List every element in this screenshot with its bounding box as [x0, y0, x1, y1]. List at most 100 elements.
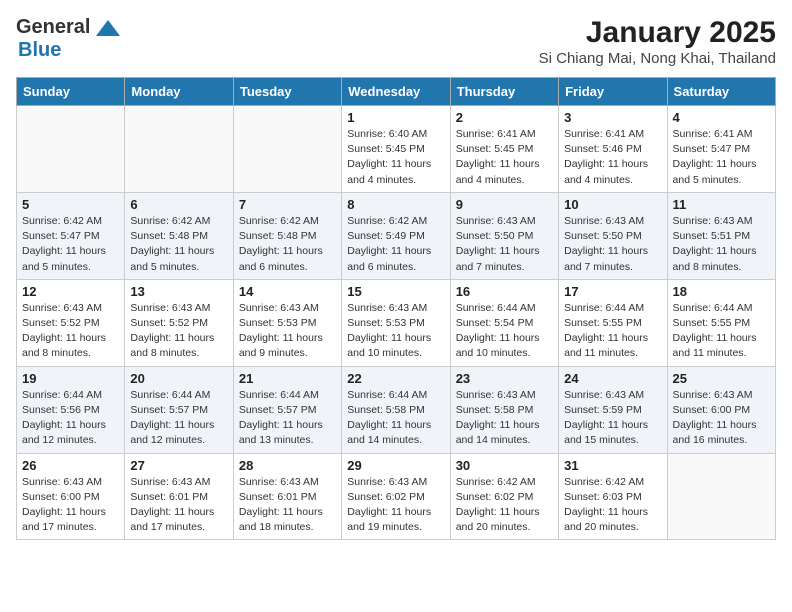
calendar-day-cell: 25 Sunrise: 6:43 AM Sunset: 6:00 PM Dayli… — [667, 366, 775, 453]
calendar-day-cell: 16 Sunrise: 6:44 AM Sunset: 5:54 PM Dayli… — [450, 279, 558, 366]
day-number: 17 — [564, 284, 661, 299]
day-number: 3 — [564, 110, 661, 125]
day-number: 28 — [239, 458, 336, 473]
calendar-day-cell: 17 Sunrise: 6:44 AM Sunset: 5:55 PM Dayli… — [559, 279, 667, 366]
day-number: 10 — [564, 197, 661, 212]
day-info: Sunrise: 6:41 AM Sunset: 5:46 PM Dayligh… — [564, 127, 661, 188]
day-number: 2 — [456, 110, 553, 125]
day-info: Sunrise: 6:41 AM Sunset: 5:47 PM Dayligh… — [673, 127, 770, 188]
day-number: 1 — [347, 110, 444, 125]
day-number: 23 — [456, 371, 553, 386]
day-info: Sunrise: 6:41 AM Sunset: 5:45 PM Dayligh… — [456, 127, 553, 188]
calendar-title: January 2025 — [539, 16, 776, 50]
weekday-header-wednesday: Wednesday — [342, 78, 450, 106]
calendar-day-cell: 10 Sunrise: 6:43 AM Sunset: 5:50 PM Dayli… — [559, 192, 667, 279]
calendar-day-cell: 2 Sunrise: 6:41 AM Sunset: 5:45 PM Daylig… — [450, 106, 558, 193]
day-info: Sunrise: 6:43 AM Sunset: 5:50 PM Dayligh… — [456, 214, 553, 275]
day-number: 14 — [239, 284, 336, 299]
day-number: 8 — [347, 197, 444, 212]
calendar-day-cell: 3 Sunrise: 6:41 AM Sunset: 5:46 PM Daylig… — [559, 106, 667, 193]
day-number: 21 — [239, 371, 336, 386]
day-number: 30 — [456, 458, 553, 473]
day-info: Sunrise: 6:44 AM Sunset: 5:57 PM Dayligh… — [239, 388, 336, 449]
day-info: Sunrise: 6:43 AM Sunset: 5:59 PM Dayligh… — [564, 388, 661, 449]
day-number: 27 — [130, 458, 227, 473]
day-number: 31 — [564, 458, 661, 473]
calendar-day-cell: 18 Sunrise: 6:44 AM Sunset: 5:55 PM Dayli… — [667, 279, 775, 366]
day-number: 20 — [130, 371, 227, 386]
day-info: Sunrise: 6:43 AM Sunset: 5:52 PM Dayligh… — [22, 301, 119, 362]
day-info: Sunrise: 6:43 AM Sunset: 5:53 PM Dayligh… — [239, 301, 336, 362]
calendar-day-cell: 21 Sunrise: 6:44 AM Sunset: 5:57 PM Dayli… — [233, 366, 341, 453]
weekday-header-monday: Monday — [125, 78, 233, 106]
calendar-day-cell: 9 Sunrise: 6:43 AM Sunset: 5:50 PM Daylig… — [450, 192, 558, 279]
day-info: Sunrise: 6:44 AM Sunset: 5:55 PM Dayligh… — [673, 301, 770, 362]
day-info: Sunrise: 6:42 AM Sunset: 6:03 PM Dayligh… — [564, 475, 661, 536]
calendar-day-cell: 23 Sunrise: 6:43 AM Sunset: 5:58 PM Dayli… — [450, 366, 558, 453]
day-number: 11 — [673, 197, 770, 212]
day-number: 25 — [673, 371, 770, 386]
day-number: 6 — [130, 197, 227, 212]
calendar-day-cell: 27 Sunrise: 6:43 AM Sunset: 6:01 PM Dayli… — [125, 453, 233, 540]
calendar-day-cell: 7Sunrise: 6:42 AM Sunset: 5:48 PM Daylig… — [233, 192, 341, 279]
day-info: Sunrise: 6:44 AM Sunset: 5:55 PM Dayligh… — [564, 301, 661, 362]
weekday-header-row: SundayMondayTuesdayWednesdayThursdayFrid… — [17, 78, 776, 106]
day-info: Sunrise: 6:43 AM Sunset: 5:58 PM Dayligh… — [456, 388, 553, 449]
logo: General Blue — [16, 16, 122, 62]
day-number: 4 — [673, 110, 770, 125]
day-number: 9 — [456, 197, 553, 212]
day-info: Sunrise: 6:42 AM Sunset: 5:48 PM Dayligh… — [130, 214, 227, 275]
calendar-day-cell: 8 Sunrise: 6:42 AM Sunset: 5:49 PM Daylig… — [342, 192, 450, 279]
calendar-day-cell: 19 Sunrise: 6:44 AM Sunset: 5:56 PM Dayli… — [17, 366, 125, 453]
day-info: Sunrise: 6:43 AM Sunset: 6:00 PM Dayligh… — [673, 388, 770, 449]
weekday-header-sunday: Sunday — [17, 78, 125, 106]
calendar-day-cell: 6 Sunrise: 6:42 AM Sunset: 5:48 PM Daylig… — [125, 192, 233, 279]
day-number: 24 — [564, 371, 661, 386]
day-info: Sunrise: 6:40 AM Sunset: 5:45 PM Dayligh… — [347, 127, 444, 188]
day-number: 15 — [347, 284, 444, 299]
calendar-day-cell: 4 Sunrise: 6:41 AM Sunset: 5:47 PM Daylig… — [667, 106, 775, 193]
day-info: Sunrise: 6:43 AM Sunset: 6:02 PM Dayligh… — [347, 475, 444, 536]
day-info: Sunrise: 6:42 AM Sunset: 5:48 PM Dayligh… — [239, 214, 336, 275]
day-info: Sunrise: 6:44 AM Sunset: 5:57 PM Dayligh… — [130, 388, 227, 449]
calendar-day-cell: 30Sunrise: 6:42 AM Sunset: 6:02 PM Dayli… — [450, 453, 558, 540]
calendar-day-cell: 5 Sunrise: 6:42 AM Sunset: 5:47 PM Daylig… — [17, 192, 125, 279]
calendar-week-row: 1 Sunrise: 6:40 AM Sunset: 5:45 PM Daylig… — [17, 106, 776, 193]
day-number: 18 — [673, 284, 770, 299]
day-info: Sunrise: 6:44 AM Sunset: 5:58 PM Dayligh… — [347, 388, 444, 449]
logo-icon — [94, 18, 122, 38]
calendar-day-cell — [233, 106, 341, 193]
day-info: Sunrise: 6:43 AM Sunset: 5:52 PM Dayligh… — [130, 301, 227, 362]
logo-text-blue: Blue — [18, 39, 61, 61]
weekday-header-friday: Friday — [559, 78, 667, 106]
day-number: 5 — [22, 197, 119, 212]
calendar-day-cell: 31 Sunrise: 6:42 AM Sunset: 6:03 PM Dayli… — [559, 453, 667, 540]
calendar-day-cell: 14 Sunrise: 6:43 AM Sunset: 5:53 PM Dayli… — [233, 279, 341, 366]
calendar-day-cell — [667, 453, 775, 540]
day-info: Sunrise: 6:43 AM Sunset: 6:01 PM Dayligh… — [130, 475, 227, 536]
calendar-day-cell: 11 Sunrise: 6:43 AM Sunset: 5:51 PM Dayli… — [667, 192, 775, 279]
calendar-week-row: 19 Sunrise: 6:44 AM Sunset: 5:56 PM Dayli… — [17, 366, 776, 453]
day-number: 19 — [22, 371, 119, 386]
day-info: Sunrise: 6:43 AM Sunset: 5:51 PM Dayligh… — [673, 214, 770, 275]
day-info: Sunrise: 6:42 AM Sunset: 5:49 PM Dayligh… — [347, 214, 444, 275]
calendar-day-cell — [125, 106, 233, 193]
day-number: 13 — [130, 284, 227, 299]
logo-text-general: General — [16, 16, 90, 39]
day-info: Sunrise: 6:43 AM Sunset: 6:00 PM Dayligh… — [22, 475, 119, 536]
day-info: Sunrise: 6:43 AM Sunset: 5:50 PM Dayligh… — [564, 214, 661, 275]
calendar-day-cell: 12Sunrise: 6:43 AM Sunset: 5:52 PM Dayli… — [17, 279, 125, 366]
day-number: 29 — [347, 458, 444, 473]
weekday-header-thursday: Thursday — [450, 78, 558, 106]
calendar-week-row: 26Sunrise: 6:43 AM Sunset: 6:00 PM Dayli… — [17, 453, 776, 540]
day-info: Sunrise: 6:44 AM Sunset: 5:56 PM Dayligh… — [22, 388, 119, 449]
day-number: 16 — [456, 284, 553, 299]
day-info: Sunrise: 6:44 AM Sunset: 5:54 PM Dayligh… — [456, 301, 553, 362]
day-info: Sunrise: 6:42 AM Sunset: 5:47 PM Dayligh… — [22, 214, 119, 275]
calendar-day-cell: 24 Sunrise: 6:43 AM Sunset: 5:59 PM Dayli… — [559, 366, 667, 453]
weekday-header-tuesday: Tuesday — [233, 78, 341, 106]
calendar-week-row: 5 Sunrise: 6:42 AM Sunset: 5:47 PM Daylig… — [17, 192, 776, 279]
weekday-header-saturday: Saturday — [667, 78, 775, 106]
calendar-day-cell: 13 Sunrise: 6:43 AM Sunset: 5:52 PM Dayli… — [125, 279, 233, 366]
calendar-day-cell: 26Sunrise: 6:43 AM Sunset: 6:00 PM Dayli… — [17, 453, 125, 540]
